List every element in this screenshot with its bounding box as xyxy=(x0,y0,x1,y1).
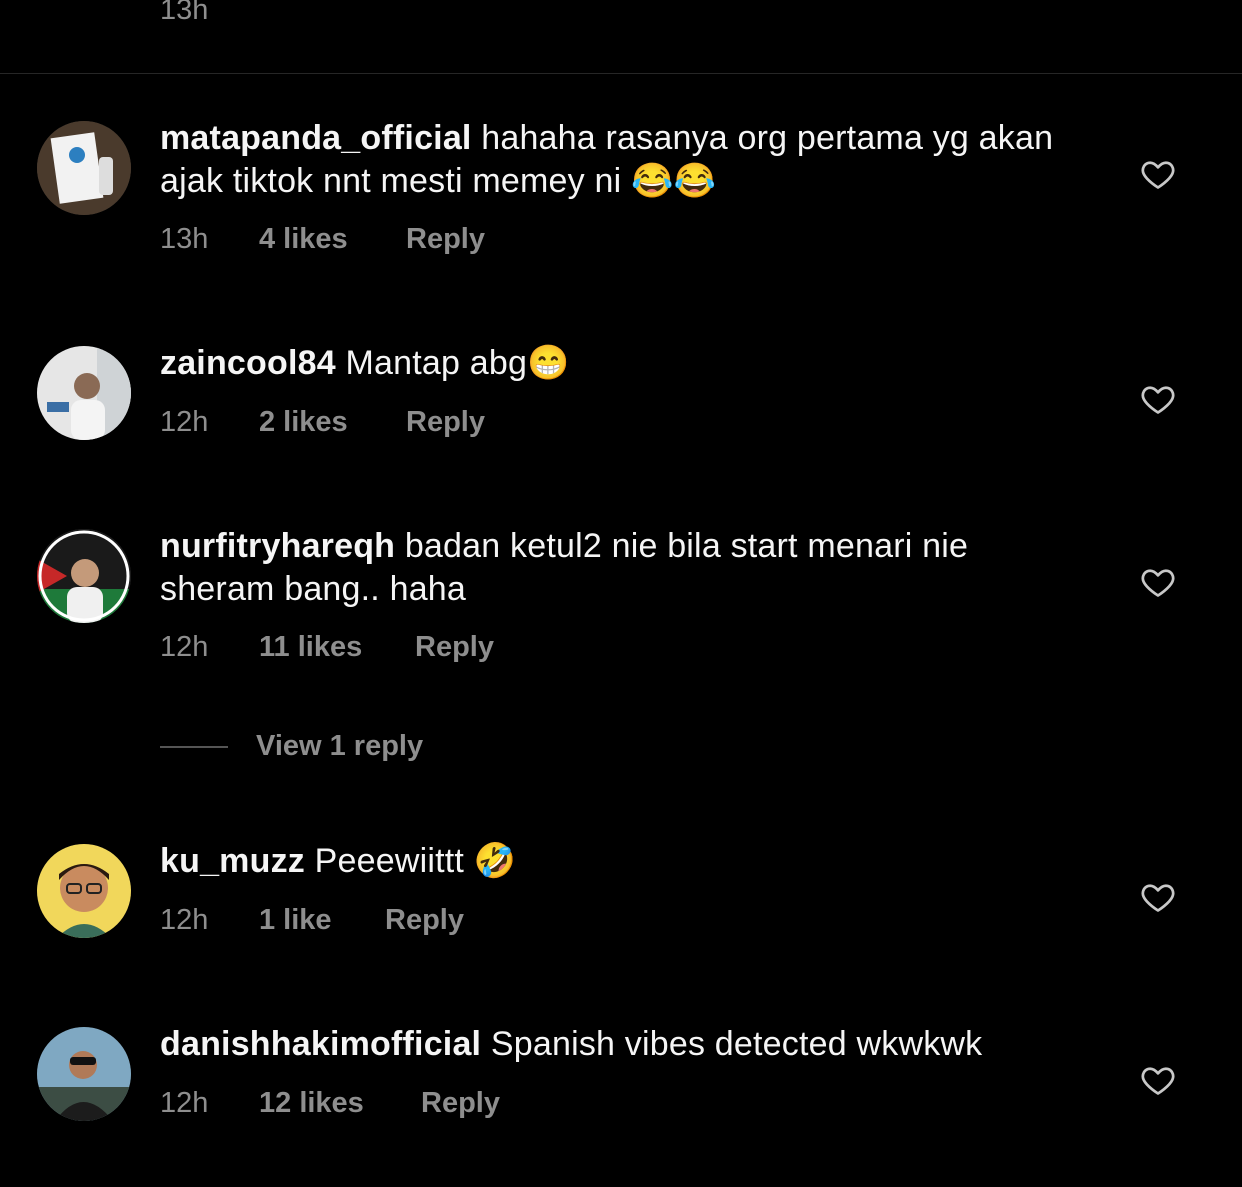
comment-emoji: 😂😂 xyxy=(631,162,717,200)
avatar[interactable] xyxy=(37,1027,131,1121)
comment-likes[interactable]: 1 like xyxy=(259,904,385,937)
comment-time: 13h xyxy=(160,223,209,255)
comment-meta: 13h 4 likes Reply xyxy=(160,223,485,256)
comment-text: ku_muzz Peeewiittt 🤣 xyxy=(160,840,1090,883)
like-heart-icon[interactable] xyxy=(1139,156,1177,192)
comment-body: Mantap abg xyxy=(345,344,528,382)
comment-likes[interactable]: 11 likes xyxy=(259,631,415,664)
comment-username[interactable]: matapanda_official xyxy=(160,119,472,157)
comment-time: 12h xyxy=(160,904,209,936)
view-replies-label: View 1 reply xyxy=(256,730,424,762)
reply-button[interactable]: Reply xyxy=(421,1087,500,1120)
comment-username[interactable]: zaincool84 xyxy=(160,344,336,382)
comment-likes[interactable]: 4 likes xyxy=(259,223,406,256)
avatar[interactable] xyxy=(37,121,131,215)
comment-body: Peeewiittt xyxy=(314,842,465,880)
comment-text: matapanda_official hahaha rasanya org pe… xyxy=(160,117,1090,203)
comment-meta: 12h 12 likes Reply xyxy=(160,1087,500,1120)
like-heart-icon[interactable] xyxy=(1139,564,1177,600)
comment-emoji: 🤣 xyxy=(473,842,517,880)
reply-button[interactable]: Reply xyxy=(406,223,485,256)
avatar[interactable] xyxy=(37,346,131,440)
comment-text: zaincool84 Mantap abg😁 xyxy=(160,342,1090,385)
reply-button[interactable]: Reply xyxy=(385,904,464,937)
avatar[interactable] xyxy=(37,844,131,938)
previous-comment-time: 13h xyxy=(160,0,209,26)
reply-button[interactable]: Reply xyxy=(406,406,485,439)
like-heart-icon[interactable] xyxy=(1139,1062,1177,1098)
comment-likes[interactable]: 2 likes xyxy=(259,406,406,439)
view-replies-button[interactable]: View 1 reply xyxy=(160,730,423,763)
comment-username[interactable]: ku_muzz xyxy=(160,842,305,880)
like-heart-icon[interactable] xyxy=(1139,879,1177,915)
comment-username[interactable]: danishhakimofficial xyxy=(160,1025,481,1063)
comment-time: 12h xyxy=(160,406,209,438)
comment-body: Spanish vibes detected wkwkwk xyxy=(490,1025,983,1063)
comment-time: 12h xyxy=(160,631,209,663)
like-heart-icon[interactable] xyxy=(1139,381,1177,417)
comment-likes[interactable]: 12 likes xyxy=(259,1087,421,1120)
comment-text: danishhakimofficial Spanish vibes detect… xyxy=(160,1023,1090,1066)
comment-meta: 12h 11 likes Reply xyxy=(160,631,494,664)
replies-line xyxy=(160,746,228,749)
reply-button[interactable]: Reply xyxy=(415,631,494,664)
comment-emoji: 😁 xyxy=(527,344,570,382)
comment-meta: 12h 2 likes Reply xyxy=(160,406,485,439)
avatar[interactable] xyxy=(37,529,131,623)
comment-text: nurfitryhareqh badan ketul2 nie bila sta… xyxy=(160,525,1090,611)
comment-username[interactable]: nurfitryhareqh xyxy=(160,527,395,565)
comment-meta: 12h 1 like Reply xyxy=(160,904,464,937)
divider xyxy=(0,73,1242,74)
comment-time: 12h xyxy=(160,1087,209,1119)
